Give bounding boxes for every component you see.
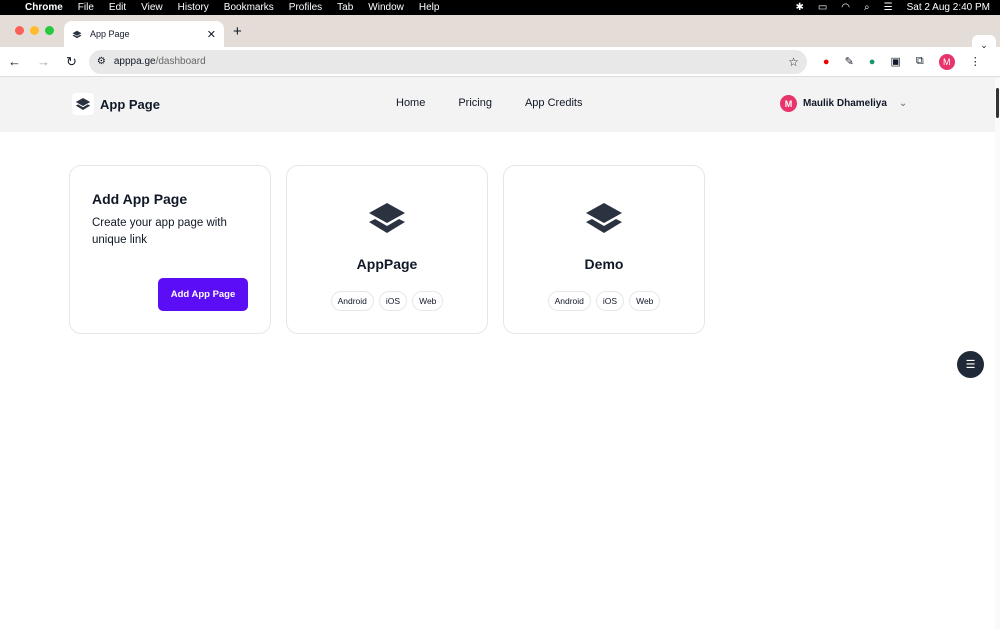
macos-menubar: Chrome File Edit View History Bookmarks … [0,0,1000,15]
add-app-page-button[interactable]: Add App Page [158,278,248,311]
address-bar[interactable]: ⚙ apppa.ge/dashboard ☆ [88,49,807,74]
site-header: App Page Home Pricing App Credits M Maul… [0,77,1000,132]
app-name: AppPage [356,256,418,272]
brand-logo[interactable]: App Page [72,93,160,115]
datetime[interactable]: Sat 2 Aug 2:40 PM [907,2,990,13]
app-name: Demo [584,256,624,272]
nav-home[interactable]: Home [396,97,425,109]
scrollbar[interactable] [995,78,1000,629]
favicon-layers-icon [72,30,82,38]
app-card[interactable]: AppPage Android iOS Web [286,165,488,334]
menu-file[interactable]: File [78,2,94,13]
battery-icon[interactable]: ▭ [818,2,827,13]
user-name: Maulik Dhameliya [803,98,887,109]
platform-tag: iOS [378,291,408,311]
bookmark-star-icon[interactable]: ☆ [788,55,799,69]
tab-title: App Page [90,29,130,39]
app-card[interactable]: Demo Android iOS Web [503,165,705,334]
platform-tag: Web [412,291,444,311]
control-center-icon[interactable]: ☰ [884,2,893,13]
add-card-title: Add App Page [92,191,188,207]
menu-view[interactable]: View [141,2,163,13]
spotlight-search-icon[interactable]: ⌕ [864,2,870,13]
platform-tag: Web [629,291,661,311]
menu-window[interactable]: Window [368,2,404,13]
back-icon[interactable]: ← [8,54,21,69]
reload-icon[interactable]: ↻ [66,54,77,70]
menu-profiles[interactable]: Profiles [289,2,322,13]
layers-icon [586,203,622,233]
menu-edit[interactable]: Edit [109,2,126,13]
profile-avatar[interactable]: M [938,53,955,70]
nav-app-credits[interactable]: App Credits [525,97,582,109]
tab-search-button[interactable]: ⌄ [972,35,996,55]
chrome-menu-icon[interactable]: ⋮ [970,55,981,68]
browser-tab[interactable]: App Page ✕ [64,21,224,47]
zoom-window-button[interactable] [45,26,54,35]
menu-history[interactable]: History [178,2,209,13]
platform-tag: Android [330,291,374,311]
url-host: apppa.ge [113,56,156,67]
extension-grammarly-icon[interactable]: ● [869,56,876,68]
browser-toolbar: ← → ↻ ⚙ apppa.ge/dashboard ☆ ● ✎ ● ▣ ⧉ M… [0,47,1000,77]
menu-tab[interactable]: Tab [337,2,353,13]
menu-help[interactable]: Help [419,2,440,13]
close-window-button[interactable] [15,26,24,35]
nav-pricing[interactable]: Pricing [458,97,492,109]
add-card-description: Create your app page with unique link [92,217,227,246]
new-tab-button[interactable]: + [233,23,242,40]
bluetooth-icon[interactable]: ✱ [795,2,803,13]
layers-icon [369,203,405,233]
platform-tag: Android [547,291,591,311]
brand-name: App Page [100,96,160,112]
list-settings-icon: ☰ [965,359,976,371]
chevron-down-icon: ⌄ [898,98,908,109]
menu-app-name[interactable]: Chrome [25,2,63,13]
layers-logo-icon [75,98,91,110]
extension-opera-icon[interactable]: ● [823,56,830,68]
url-path: /dashboard [155,56,206,67]
tab-strip: App Page ✕ + ⌄ [0,15,1000,55]
extensions-puzzle-icon[interactable]: ⧉ [916,55,924,68]
site-info-icon[interactable]: ⚙ [97,56,106,67]
close-tab-icon[interactable]: ✕ [207,28,216,41]
user-avatar: M [780,95,797,112]
minimize-window-button[interactable] [30,26,39,35]
platform-tag: iOS [595,291,625,311]
add-app-page-card: Add App Page Create your app page with u… [69,165,271,334]
extension-colorpicker-icon[interactable]: ✎ [845,55,854,68]
floating-feedback-button[interactable]: ☰ [957,351,984,378]
extension-font-icon[interactable]: ▣ [890,55,900,68]
menu-bookmarks[interactable]: Bookmarks [224,2,274,13]
forward-icon[interactable]: → [37,54,50,69]
wifi-icon[interactable]: ◠ [841,2,850,13]
user-menu[interactable]: M Maulik Dhameliya ⌄ [780,95,907,112]
